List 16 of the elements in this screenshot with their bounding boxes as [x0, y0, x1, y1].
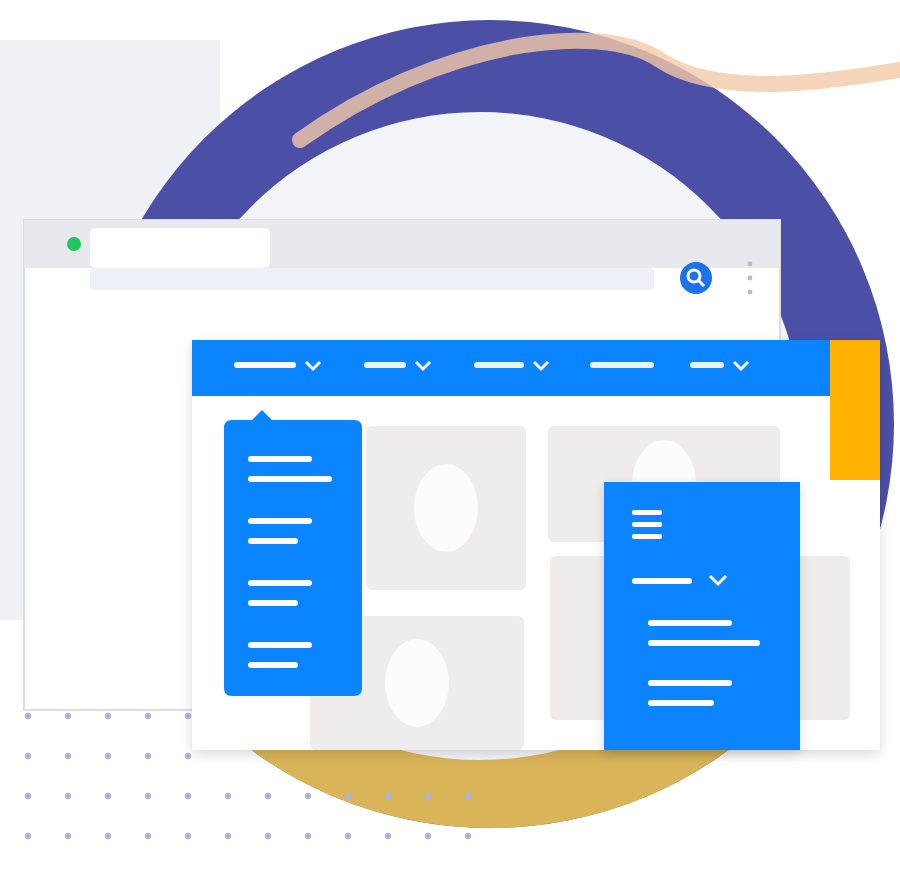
menu-link[interactable]: [248, 580, 312, 606]
menu-link[interactable]: [248, 642, 312, 668]
menu-link[interactable]: [248, 518, 312, 544]
menu-toggle[interactable]: [632, 574, 728, 587]
menu-icon: [632, 510, 662, 539]
nav-item[interactable]: [474, 360, 550, 372]
search-icon: [680, 262, 712, 294]
accent-block: [830, 340, 880, 480]
menu-link[interactable]: [648, 620, 760, 646]
status-dot-icon: [67, 237, 81, 251]
kebab-menu-icon: [747, 261, 753, 295]
nav-item[interactable]: [690, 360, 750, 372]
menu-link[interactable]: [248, 456, 332, 482]
menu-link[interactable]: [648, 680, 732, 706]
nav-item[interactable]: [234, 360, 322, 372]
nav-item[interactable]: [364, 360, 432, 372]
